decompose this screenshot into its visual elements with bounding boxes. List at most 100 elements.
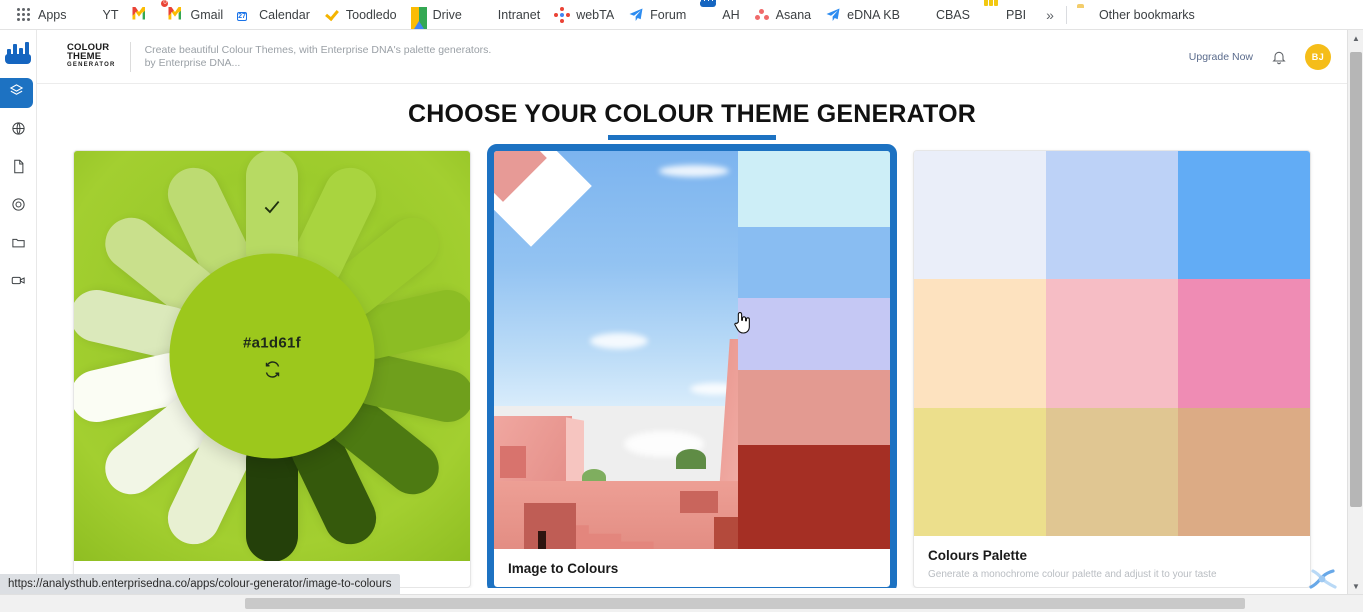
- bookmark-ah[interactable]: AH: [696, 0, 747, 26]
- sidebar-items: [0, 78, 36, 306]
- bookmark-label: AH: [722, 7, 740, 22]
- power-bi-icon: [983, 0, 1000, 23]
- bookmark-cbas[interactable]: CBAS: [910, 4, 978, 26]
- palette-swatch[interactable]: [914, 407, 1046, 536]
- apps-grid-icon: [16, 7, 32, 23]
- paper-plane-icon: [628, 7, 644, 23]
- flower-core[interactable]: #a1d61f: [169, 253, 375, 459]
- sidebar-item-files[interactable]: [3, 230, 33, 260]
- card-title: Colours Palette: [928, 548, 1028, 563]
- bookmark-label: Calendar: [259, 7, 310, 22]
- palette-swatch[interactable]: [1178, 407, 1310, 536]
- card-colours-palette[interactable]: Colours Palette Generate a monochrome co…: [913, 150, 1311, 588]
- bookmark-label: webTA: [576, 7, 615, 22]
- palette-swatch[interactable]: [1046, 151, 1178, 280]
- app-logo[interactable]: COLOUR THEME GENERATOR Create beautiful …: [67, 41, 492, 72]
- bookmark-intranet[interactable]: Intranet: [472, 4, 548, 26]
- palette-swatch[interactable]: [1178, 279, 1310, 408]
- app-sidebar: [0, 30, 37, 612]
- window: [500, 446, 526, 478]
- bookmark-calendar[interactable]: 27 Calendar: [233, 4, 318, 26]
- logo-divider: [129, 41, 131, 72]
- bookmark-label: YT: [102, 7, 119, 22]
- bookmark-apps[interactable]: Apps: [12, 4, 75, 26]
- bookmark-label: Drive: [432, 7, 462, 22]
- bookmark-label: Intranet: [497, 7, 541, 22]
- bookmark-pbi[interactable]: PBI: [980, 0, 1034, 26]
- tagline-line-1: Create beautiful Colour Themes, with Ent…: [144, 43, 492, 56]
- card-thumbnail: #a1d61f: [74, 151, 470, 561]
- layers-icon: [9, 83, 24, 103]
- sidebar-item-documents[interactable]: [3, 154, 33, 184]
- palette-swatch[interactable]: [914, 279, 1046, 408]
- page-title-wrapper: CHOOSE YOUR COLOUR THEME GENERATOR: [37, 100, 1347, 140]
- bookmarks-bar: Apps YT 0 Gmail 27 Calendar Toodledo Dri…: [0, 0, 1363, 30]
- sidebar-item-targets[interactable]: [3, 192, 33, 222]
- sidebar-item-web[interactable]: [3, 116, 33, 146]
- gmail-badge-icon: 0: [161, 0, 184, 23]
- swatch-band[interactable]: [738, 298, 890, 370]
- globe-icon: [11, 121, 26, 141]
- bookmark-gmail-1[interactable]: [128, 4, 162, 26]
- bookmark-yt[interactable]: YT: [77, 4, 127, 26]
- swatch-band[interactable]: [738, 151, 890, 227]
- google-drive-icon: [410, 6, 427, 29]
- document-icon: [11, 159, 26, 179]
- webta-icon: [554, 6, 571, 23]
- cloud: [590, 333, 648, 349]
- generator-cards: #a1d61f Image to Colours Colours Palette…: [37, 144, 1347, 588]
- other-bookmarks-folder[interactable]: Other bookmarks: [1073, 4, 1203, 26]
- sidebar-item-videos[interactable]: [3, 268, 33, 298]
- bookmark-toodledo[interactable]: Toodledo: [320, 4, 405, 26]
- bookmark-drive[interactable]: Drive: [407, 4, 470, 29]
- bookmark-label: CBAS: [935, 7, 970, 22]
- palette-swatch[interactable]: [1046, 279, 1178, 408]
- architecture-photo: [494, 151, 890, 549]
- ledge: [680, 491, 718, 513]
- enterprise-dna-brand-logo[interactable]: [5, 40, 31, 64]
- card-caption: Colours Palette Generate a monochrome co…: [914, 536, 1310, 587]
- swatch-band[interactable]: [738, 226, 890, 299]
- calendar-icon: 27: [237, 11, 247, 21]
- vertical-scrollbar-thumb[interactable]: [1350, 52, 1362, 507]
- bookmark-label: Toodledo: [345, 7, 397, 22]
- extracted-swatches: [738, 151, 890, 549]
- vertical-scrollbar[interactable]: ▲ ▼: [1347, 30, 1363, 594]
- video-icon: [11, 273, 26, 293]
- intranet-icon: [476, 7, 492, 23]
- other-bookmarks-label: Other bookmarks: [1098, 7, 1195, 22]
- title-underline: [608, 135, 776, 140]
- bookmark-webta[interactable]: webTA: [550, 4, 622, 26]
- scroll-up-arrow[interactable]: ▲: [1348, 30, 1363, 46]
- upgrade-now-link[interactable]: Upgrade Now: [1189, 51, 1253, 63]
- logo-line-2: THEME: [67, 51, 102, 62]
- hex-code-label: #a1d61f: [243, 334, 301, 351]
- card-image-to-colours[interactable]: Image to Colours: [487, 144, 897, 588]
- bookmarks-overflow-button[interactable]: »: [1046, 7, 1054, 23]
- bell-icon[interactable]: [1271, 49, 1287, 65]
- browser-window: Apps YT 0 Gmail 27 Calendar Toodledo Dri…: [0, 0, 1363, 612]
- card-colour-flower[interactable]: #a1d61f: [73, 150, 471, 588]
- bookmark-gmail-2[interactable]: 0 Gmail: [161, 0, 231, 26]
- enterprise-dna-helix-icon: [1307, 568, 1341, 590]
- card-caption: Image to Colours: [494, 549, 890, 587]
- palette-swatch[interactable]: [1178, 151, 1310, 280]
- folder-icon: [1077, 7, 1093, 23]
- palette-swatch[interactable]: [914, 151, 1046, 280]
- scroll-down-arrow[interactable]: ▼: [1348, 578, 1363, 594]
- stair-shadow: [524, 503, 576, 549]
- avatar[interactable]: BJ: [1305, 43, 1331, 70]
- sidebar-item-apps[interactable]: [0, 78, 33, 108]
- bookmark-asana[interactable]: Asana: [750, 4, 819, 26]
- youtube-icon: [81, 7, 97, 23]
- bookmark-label: eDNA KB: [847, 7, 900, 22]
- horizontal-scrollbar-thumb[interactable]: [245, 598, 1245, 609]
- check-icon: [262, 197, 282, 217]
- swatch-band[interactable]: [738, 445, 890, 549]
- swatch-band[interactable]: [738, 369, 890, 446]
- bookmark-edna-kb[interactable]: eDNA KB: [821, 4, 908, 26]
- refresh-icon[interactable]: [263, 360, 281, 378]
- horizontal-scrollbar[interactable]: [0, 594, 1363, 612]
- bookmark-forum[interactable]: Forum: [624, 4, 694, 26]
- palette-swatch[interactable]: [1046, 407, 1178, 536]
